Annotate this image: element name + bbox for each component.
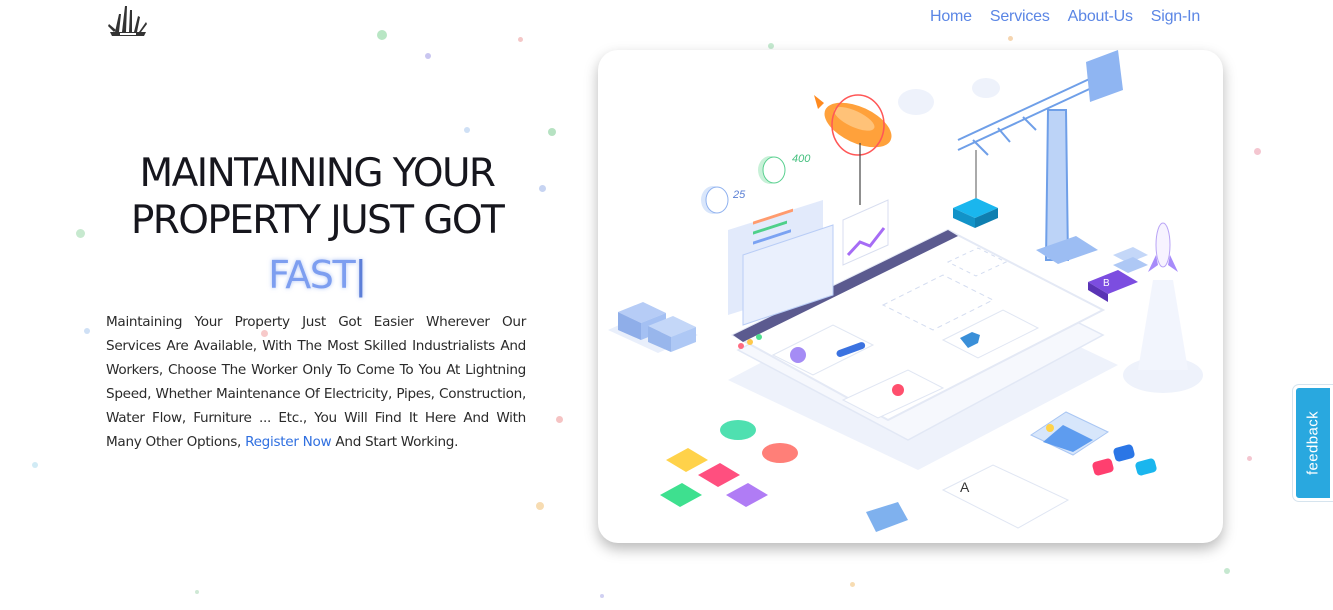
particle-dot <box>76 229 85 238</box>
particle-dot <box>536 502 544 510</box>
particle-dot <box>850 582 855 587</box>
document-letter: A <box>960 479 970 495</box>
nav-about-us-link[interactable]: About-Us <box>1068 8 1133 26</box>
particle-dot <box>1224 568 1230 574</box>
play-icon <box>892 384 904 396</box>
hero-illustration-card: 25 400 B A <box>598 50 1223 543</box>
feedback-tab[interactable]: feedback <box>1293 385 1333 501</box>
description-text: Maintaining Your Property Just Got Easie… <box>106 314 526 450</box>
crane-counterweight <box>1086 50 1123 102</box>
image-sun <box>1046 424 1054 432</box>
particle-dot <box>377 30 387 40</box>
github-token: 25 <box>701 186 746 214</box>
typing-cursor: | <box>354 253 367 297</box>
headline-line-1: MAINTAINING YOUR <box>139 151 496 196</box>
window-dot-yellow <box>747 339 753 345</box>
token-label-25: 25 <box>732 189 746 201</box>
chip-blue <box>1113 444 1135 462</box>
particle-dot <box>425 53 431 59</box>
industrial-tools-logo-icon <box>108 6 147 36</box>
particle-dot <box>195 590 199 594</box>
description-text-end: And Start Working. <box>335 434 459 450</box>
particle-dot <box>32 462 38 468</box>
particle-dot <box>1254 148 1261 155</box>
nav-sign-in-link[interactable]: Sign-In <box>1151 8 1200 26</box>
site-logo[interactable] <box>106 2 150 40</box>
bootstrap-letter: B <box>1103 278 1110 289</box>
token-face <box>762 156 786 184</box>
nav-services-link[interactable]: Services <box>990 8 1050 26</box>
nav-home-link[interactable]: Home <box>930 8 972 26</box>
crane-icon <box>957 74 1099 261</box>
particle-dot <box>768 43 774 49</box>
typed-word: FAST| <box>108 253 526 297</box>
main-navigation: Home Services About-Us Sign-In <box>930 8 1200 26</box>
feedback-label: feedback <box>1304 410 1322 476</box>
tile-coral-heart <box>762 443 798 463</box>
tile-teal-chat <box>720 420 756 440</box>
particle-dot <box>1247 456 1252 461</box>
tile-green <box>660 483 702 507</box>
particle-dot <box>548 128 556 136</box>
isometric-web-development-illustration: 25 400 B A <box>608 50 1203 532</box>
headline-line-2: PROPERTY JUST GOT <box>130 198 505 243</box>
cloud-icon <box>972 78 1000 98</box>
window-dot-red <box>738 343 744 349</box>
blimp-icon <box>814 94 892 205</box>
hero-description: Maintaining Your Property Just Got Easie… <box>106 310 526 454</box>
tile-purple <box>726 483 768 507</box>
particle-dot <box>84 328 90 334</box>
particle-dot <box>464 127 470 133</box>
chip-cyan <box>1135 458 1157 476</box>
stacked-cubes-icon <box>608 302 698 353</box>
particle-dot <box>556 416 563 423</box>
hero-headline: MAINTAINING YOUR PROPERTY JUST GOT <box>108 150 526 244</box>
particle-dot <box>539 185 546 192</box>
particle-dot <box>1008 36 1013 41</box>
typed-word-text: FAST <box>268 253 356 297</box>
tile-pink <box>698 463 740 487</box>
keyboard-key <box>866 502 908 532</box>
profile-avatar-icon <box>790 347 806 363</box>
token-face <box>705 186 729 214</box>
app-tiles <box>660 420 798 507</box>
particle-dot <box>600 594 604 598</box>
chip-red <box>1092 458 1114 476</box>
code-token: 400 <box>758 153 811 184</box>
cloud-icon <box>898 89 934 115</box>
token-label-400: 400 <box>792 153 811 165</box>
register-now-link[interactable]: Register Now <box>245 434 332 450</box>
particle-dot <box>518 37 523 42</box>
tile-yellow <box>666 448 708 472</box>
document-card <box>941 464 1070 529</box>
window-dot-green <box>756 334 762 340</box>
